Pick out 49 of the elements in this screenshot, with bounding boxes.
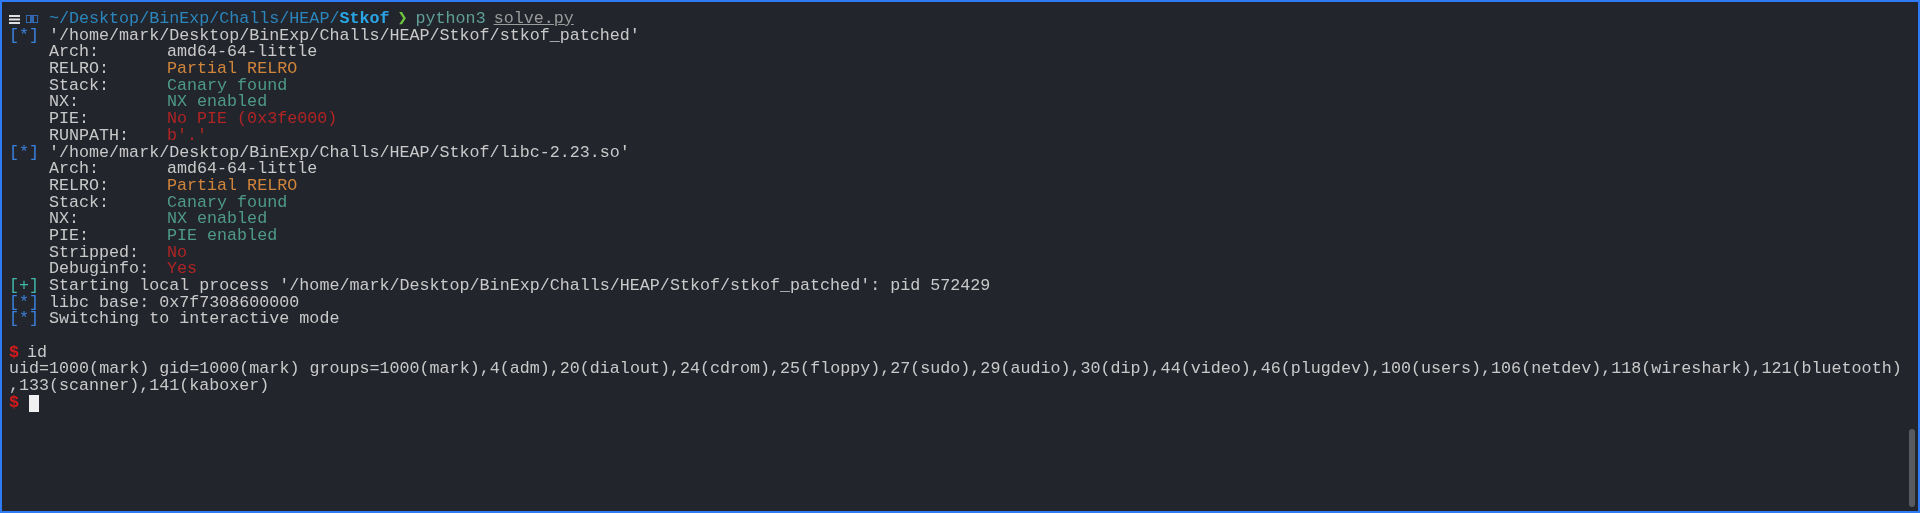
field-label: PIE: bbox=[49, 227, 91, 245]
field-value: No PIE (0x3fe000) bbox=[167, 111, 338, 128]
field-label: RUNPATH: bbox=[49, 127, 131, 145]
command-text: python3 bbox=[415, 11, 486, 28]
status-marker: [+] bbox=[9, 278, 41, 295]
field-value: Canary found bbox=[167, 194, 288, 212]
field-value: amd64-64-little bbox=[167, 44, 318, 62]
prompt-arrow: ❯ bbox=[397, 11, 408, 28]
field-value: NX enabled bbox=[167, 94, 268, 112]
output-line: uid=1000(mark) gid=1000(mark) groups=1000(mark),4(adm),20(dialout),24(cdrom),25(floppy),27(sudo),29(audio),30(dip),44(video),46(plugdev),100(users),106(netdev),118(wireshark),121(bluetooth) bbox=[9, 361, 1902, 379]
field-label: Stack: bbox=[49, 77, 111, 95]
field-value: Yes bbox=[167, 261, 198, 278]
field-value: amd64-64-little bbox=[167, 161, 318, 178]
field-label: RELRO: bbox=[49, 61, 111, 78]
field-value: b'.' bbox=[167, 127, 208, 145]
shell-prompt: $ bbox=[9, 344, 19, 362]
status-marker: [*] bbox=[9, 144, 41, 162]
status-marker: [*] bbox=[9, 27, 41, 45]
field-value: Partial RELRO bbox=[167, 61, 298, 78]
output-line: Starting local process '/home/mark/Desktop/BinExp/Challs/HEAP/Stkof/stkof_patched': pid 572429 bbox=[49, 278, 991, 295]
field-value: PIE enabled bbox=[167, 227, 278, 245]
field-value: Partial RELRO bbox=[167, 177, 298, 195]
output-line: libc base: 0x7f7308600000 bbox=[49, 294, 300, 312]
field-value: Canary found bbox=[167, 77, 288, 95]
field-label: Stack: bbox=[49, 194, 111, 212]
field-label: Debuginfo: bbox=[49, 261, 150, 278]
scrollbar-thumb[interactable] bbox=[1909, 429, 1915, 507]
output-line: ,133(scanner),141(kaboxer) bbox=[9, 378, 270, 395]
field-value: NX enabled bbox=[167, 211, 268, 228]
field-label: Arch: bbox=[49, 161, 100, 178]
prompt-path: ~/Desktop/BinExp/Challs/HEAP/ bbox=[49, 11, 340, 28]
command-argument: solve.py bbox=[493, 11, 574, 28]
prompt-directory: Stkof bbox=[339, 11, 390, 28]
output-line: '/home/mark/Desktop/BinExp/Challs/HEAP/Stkof/stkof_patched' bbox=[49, 27, 640, 45]
grid-icon bbox=[26, 15, 38, 24]
output-line: Switching to interactive mode bbox=[49, 311, 340, 329]
menu-icon[interactable] bbox=[9, 14, 20, 24]
field-label: NX: bbox=[49, 211, 81, 228]
field-label: Stripped: bbox=[49, 244, 140, 262]
field-label: RELRO: bbox=[49, 177, 111, 195]
status-marker: [*] bbox=[9, 311, 41, 329]
field-label: NX: bbox=[49, 94, 81, 112]
status-marker: [*] bbox=[9, 294, 41, 312]
command-text: id bbox=[27, 344, 48, 362]
shell-prompt: $ bbox=[9, 394, 19, 412]
field-value: No bbox=[167, 244, 188, 262]
field-label: PIE: bbox=[49, 111, 91, 128]
field-label: Arch: bbox=[49, 44, 100, 62]
output-line: '/home/mark/Desktop/BinExp/Challs/HEAP/Stkof/libc-2.23.so' bbox=[49, 144, 630, 162]
